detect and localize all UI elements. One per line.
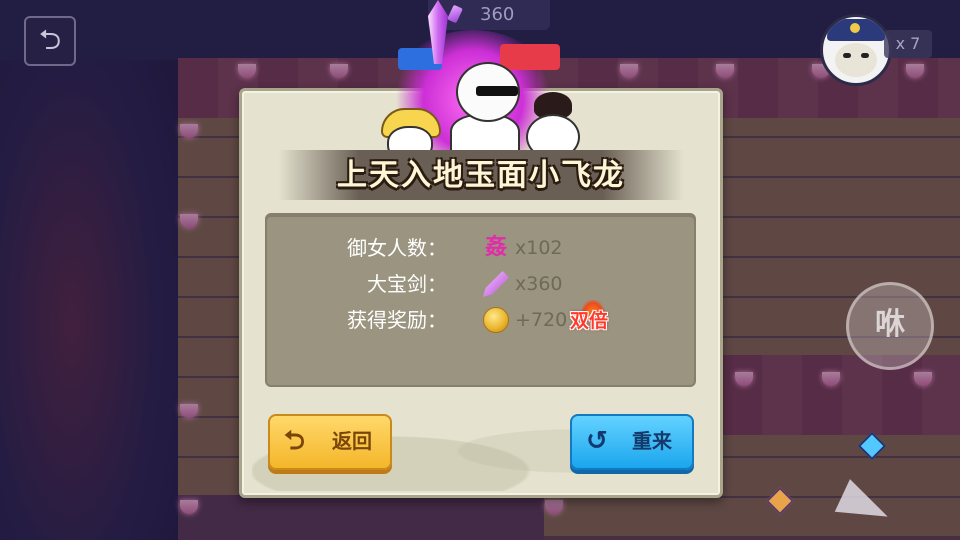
purple-sword-icon — [447, 4, 463, 24]
retry-button[interactable]: ↺ 重来 — [570, 414, 694, 470]
stat-label: 御女人数： — [347, 236, 447, 260]
stat-row-swords: 大宝剑： x360 — [267, 269, 698, 299]
stats-panel: 御女人数： 姦 x102 大宝剑： x360 获得奖励： +720 — [265, 213, 696, 387]
back-arrow-icon: ⮌ — [38, 23, 62, 56]
restart-icon: ↺ — [586, 426, 608, 456]
return-arrow-icon: ⮌ — [284, 426, 305, 456]
hud-back-button[interactable]: ⮌ — [24, 16, 76, 66]
police-avatar — [820, 14, 892, 86]
stat-label: 获得奖励： — [347, 308, 447, 332]
stat-row-women: 御女人数： 姦 x102 — [267, 233, 698, 263]
stat-value: x102 — [515, 237, 563, 259]
dialog-title: 上天入地玉面小飞龙 — [337, 158, 625, 193]
lives-count: x 7 — [884, 30, 932, 58]
double-label: 双倍 — [570, 310, 609, 332]
retry-button-label: 重来 — [632, 429, 672, 453]
stat-value: x360 — [515, 273, 563, 295]
sunglasses-hero-character — [446, 62, 526, 158]
sword-count: 360 — [480, 4, 515, 25]
back-button[interactable]: ⮌ 返回 — [268, 414, 392, 470]
badge-icon — [850, 23, 860, 33]
action-button[interactable]: 咻 — [846, 282, 934, 370]
jian-character-icon: 姦 — [484, 235, 507, 260]
double-reward-badge: 双倍 — [570, 300, 620, 334]
sunglasses-icon — [476, 86, 518, 96]
stat-value: +720 — [515, 309, 568, 331]
stat-row-reward: 获得奖励： +720 — [267, 305, 698, 335]
purple-sword-icon — [483, 271, 509, 297]
gold-coin-icon — [483, 307, 509, 333]
back-button-label: 返回 — [332, 429, 372, 453]
stat-label: 大宝剑： — [367, 272, 447, 296]
